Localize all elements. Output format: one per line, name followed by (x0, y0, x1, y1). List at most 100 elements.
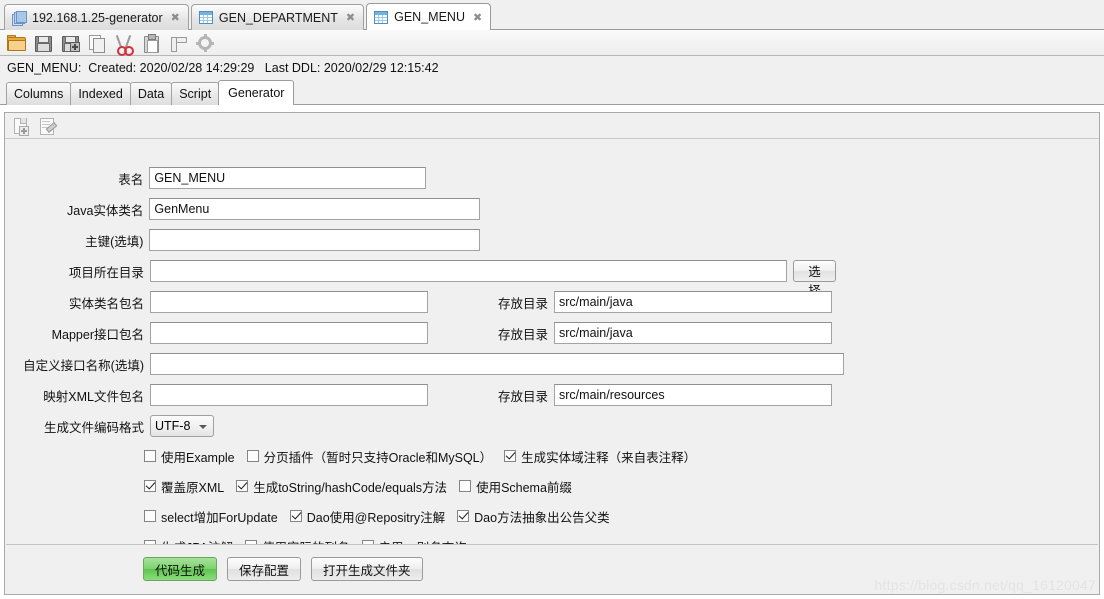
paste-icon[interactable] (142, 33, 160, 53)
browse-button[interactable]: 选择 (793, 260, 836, 298)
tab-connection-generator[interactable]: 192.168.1.25-generator ✖ (4, 4, 189, 30)
project-dir-input[interactable] (149, 260, 788, 282)
checkbox-label: 启用as别名查询 (379, 537, 467, 545)
window-tab-bar: 192.168.1.25-generator ✖ GEN_DEPARTMENT … (0, 0, 1104, 30)
form-row-primary-key: 主键(选填) (6, 229, 480, 251)
tab-gen-department[interactable]: GEN_DEPARTMENT ✖ (190, 4, 365, 30)
tab-label: GEN_DEPARTMENT (218, 10, 338, 25)
checkbox-use-real-column-name[interactable]: 使用实际的列名 (245, 537, 350, 545)
checkbox-pagination-plugin[interactable]: 分页插件（暂时只支持Oracle和MySQL） (246, 447, 493, 466)
form-row-entity-package: 实体类名包名 存放目录 (6, 291, 836, 313)
checkbox-use-example[interactable]: 使用Example (144, 447, 235, 466)
form-row-custom-interface: 自定义接口名称(选填) (6, 353, 846, 375)
checkbox-box (144, 450, 156, 462)
close-icon[interactable]: ✖ (473, 12, 482, 23)
new-document-icon[interactable] (12, 117, 30, 136)
save-icon[interactable] (34, 34, 52, 52)
tab-label: 192.168.1.25-generator (32, 10, 163, 25)
checkbox-label: 生成toString/hashCode/equals方法 (253, 480, 448, 495)
footer-button-bar: 代码生成 保存配置 打开生成文件夹 (143, 557, 423, 581)
checkbox-overwrite-xml[interactable]: 覆盖原XML (144, 477, 224, 496)
checkbox-dao-repository-annotation[interactable]: Dao使用@Repositry注解 (289, 507, 446, 526)
checkbox-label: 生成实体域注释（来自表注释） (521, 450, 697, 465)
entity-class-name-input[interactable] (149, 198, 480, 220)
checkbox-label: 使用实际的列名 (262, 537, 350, 545)
label-mapper-dir: 存放目录 (498, 327, 549, 342)
tab-script[interactable]: Script (171, 82, 220, 105)
checkbox-box (504, 450, 517, 462)
label-mapper-package: Mapper接口包名 (51, 327, 144, 342)
label-entity-package: 实体类名包名 (68, 296, 144, 311)
close-icon[interactable]: ✖ (171, 12, 180, 23)
tab-columns[interactable]: Columns (6, 82, 72, 105)
generate-code-button[interactable]: 代码生成 (143, 557, 218, 581)
edit-document-icon[interactable] (38, 117, 58, 135)
checkbox-dao-abstract-parent[interactable]: Dao方法抽象出公告父类 (457, 507, 610, 526)
copy-icon[interactable] (88, 34, 106, 53)
tab-data[interactable]: Data (129, 82, 173, 105)
entity-package-input[interactable] (150, 291, 428, 313)
checkbox-box (236, 480, 249, 492)
options-row-4: 生成JPA注解 使用实际的列名 启用as别名查询 (144, 536, 479, 545)
form-row-xml-package: 映射XML文件包名 存放目录 (6, 384, 846, 406)
table-grid-icon (374, 10, 389, 24)
checkbox-box (144, 510, 156, 522)
checkbox-label: Dao使用@Repositry注解 (306, 510, 446, 525)
checkbox-generate-tostring[interactable]: 生成toString/hashCode/equals方法 (236, 477, 447, 496)
checkbox-select-for-update[interactable]: select增加ForUpdate (144, 507, 278, 526)
open-output-folder-button[interactable]: 打开生成文件夹 (311, 557, 423, 581)
label-xml-package: 映射XML文件包名 (43, 389, 144, 404)
checkbox-box (361, 540, 374, 544)
tab-indexed[interactable]: Indexed (70, 82, 131, 105)
gear-icon[interactable] (196, 33, 214, 52)
ruler-icon[interactable] (169, 34, 187, 52)
stack-icon (12, 10, 27, 26)
mapper-package-input[interactable] (150, 322, 428, 344)
custom-interface-input[interactable] (150, 353, 844, 375)
tab-gen-menu[interactable]: GEN_MENU ✖ (366, 3, 492, 30)
save-config-button[interactable]: 保存配置 (227, 557, 302, 581)
entity-dir-input[interactable] (554, 291, 833, 313)
save-as-icon[interactable] (61, 34, 80, 52)
xml-package-input[interactable] (150, 384, 428, 406)
checkbox-box (459, 480, 472, 492)
generator-form: 表名 Java实体类名 主键(选填) 项目所在目录 选择 实体类名包名 (6, 140, 1098, 545)
checkbox-enable-as-alias-query[interactable]: 启用as别名查询 (361, 537, 467, 545)
generator-panel-inner: 表名 Java实体类名 主键(选填) 项目所在目录 选择 实体类名包名 (4, 112, 1100, 595)
table-name-input[interactable] (149, 167, 426, 189)
label-primary-key: 主键(选填) (85, 234, 144, 249)
tab-generator[interactable]: Generator (218, 80, 295, 105)
options-row-1: 使用Example 分页插件（暂时只支持Oracle和MySQL） 生成实体域注… (144, 446, 708, 466)
checkbox-use-schema-prefix[interactable]: 使用Schema前缀 (459, 477, 572, 496)
mapper-dir-input[interactable] (554, 322, 833, 344)
checkbox-entity-field-comment[interactable]: 生成实体域注释（来自表注释） (504, 447, 696, 466)
main-toolbar (0, 30, 1104, 56)
form-row-mapper-package: Mapper接口包名 存放目录 (6, 322, 836, 344)
checkbox-generate-jpa-annotation[interactable]: 生成JPA注解 (144, 537, 233, 544)
form-row-encoding: 生成文件编码格式 UTF-8 (6, 415, 306, 437)
generator-panel: 表名 Java实体类名 主键(选填) 项目所在目录 选择 实体类名包名 (0, 110, 1104, 599)
label-encoding: 生成文件编码格式 (43, 420, 144, 435)
tab-label: GEN_MENU (394, 10, 465, 24)
table-grid-icon (198, 11, 213, 24)
label-table-name: 表名 (118, 172, 144, 187)
label-entity-class-name: Java实体类名 (67, 203, 144, 218)
form-row-project-dir: 项目所在目录 选择 (6, 260, 836, 298)
options-row-2: 覆盖原XML 生成toString/hashCode/equals方法 使用Sc… (144, 476, 584, 496)
encoding-select[interactable]: UTF-8 (150, 415, 214, 437)
generator-mini-toolbar (5, 113, 1099, 139)
checkbox-label: 使用Example (161, 450, 235, 465)
xml-dir-input[interactable] (554, 384, 833, 406)
checkbox-box (289, 510, 302, 522)
primary-key-input[interactable] (149, 229, 480, 251)
close-icon[interactable]: ✖ (346, 12, 355, 23)
chevron-down-icon (199, 425, 207, 429)
checkbox-label: select增加ForUpdate (161, 510, 278, 525)
cut-icon[interactable] (115, 34, 134, 56)
checkbox-box (246, 450, 259, 462)
options-row-3: select增加ForUpdate Dao使用@Repositry注解 Dao方… (144, 506, 622, 526)
checkbox-label: 分页插件（暂时只支持Oracle和MySQL） (263, 450, 493, 465)
form-row-entity-class-name: Java实体类名 (6, 198, 480, 220)
label-entity-dir: 存放目录 (498, 296, 549, 311)
open-folder-icon[interactable] (7, 34, 26, 52)
